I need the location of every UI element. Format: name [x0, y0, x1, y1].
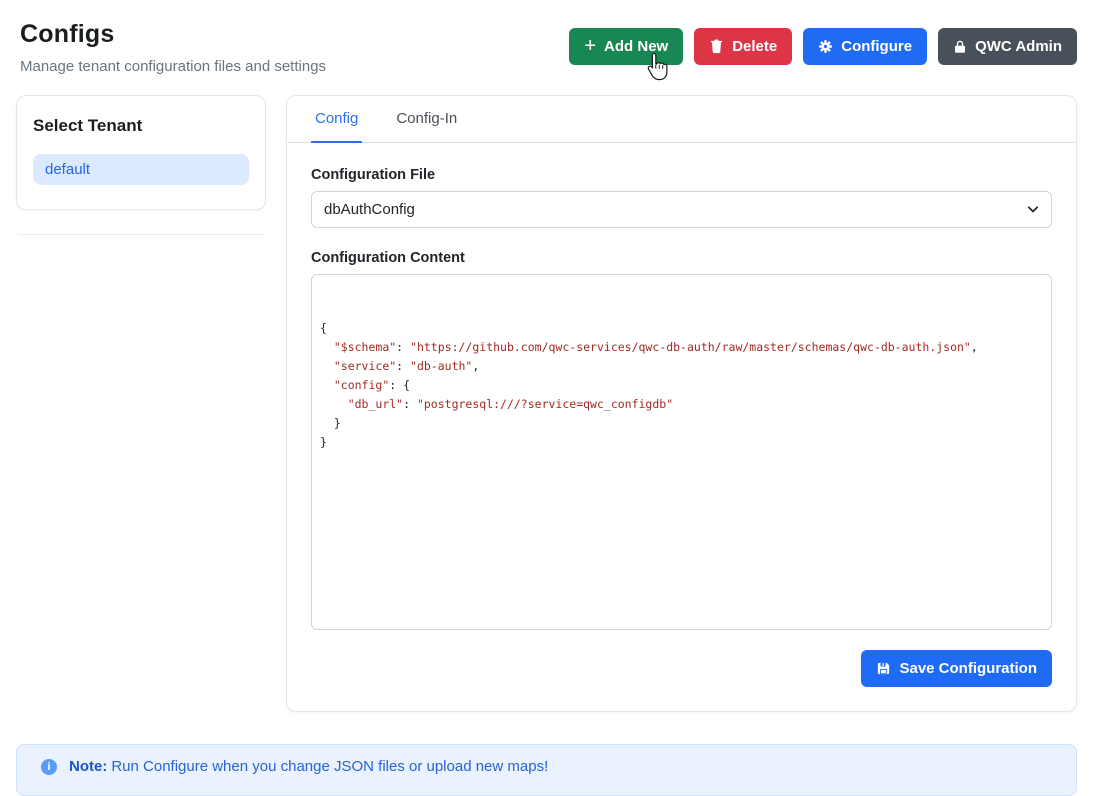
gear-icon [818, 39, 833, 54]
page-subtitle: Manage tenant configuration files and se… [20, 58, 326, 75]
tenant-card-title: Select Tenant [33, 116, 249, 136]
config-content-code: { "$schema": "https://github.com/qwc-ser… [320, 319, 1043, 452]
delete-label: Delete [732, 38, 777, 55]
delete-button[interactable]: Delete [694, 28, 792, 65]
config-card: Config Config-In Configuration File dbAu… [286, 95, 1077, 712]
info-icon: i [41, 759, 57, 775]
sidebar: Select Tenant default [16, 95, 266, 712]
config-file-select-wrap: dbAuthConfig [311, 191, 1052, 228]
note-message: Run Configure when you change JSON files… [111, 758, 548, 775]
save-configuration-label: Save Configuration [899, 660, 1037, 677]
lock-icon [953, 39, 967, 54]
add-new-button[interactable]: + Add New [569, 28, 683, 65]
toolbar: + Add New Delete [569, 28, 1077, 65]
qwc-admin-label: QWC Admin [975, 38, 1062, 55]
config-file-select[interactable]: dbAuthConfig [311, 191, 1052, 228]
qwc-admin-button[interactable]: QWC Admin [938, 28, 1077, 65]
tab-bar: Config Config-In [287, 96, 1076, 143]
page-header: Configs Manage tenant configuration file… [0, 0, 1093, 75]
config-content-editor[interactable]: { "$schema": "https://github.com/qwc-ser… [311, 274, 1052, 630]
save-row: Save Configuration [311, 650, 1052, 687]
save-configuration-button[interactable]: Save Configuration [861, 650, 1052, 687]
page-title: Configs [20, 20, 326, 49]
trash-icon [709, 39, 724, 54]
configure-label: Configure [841, 38, 912, 55]
content: Select Tenant default Config Config-In C… [0, 95, 1093, 712]
tenant-item-default[interactable]: default [33, 154, 249, 185]
note-alert: i Note:Run Configure when you change JSO… [16, 744, 1077, 796]
page-title-block: Configs Manage tenant configuration file… [20, 20, 326, 75]
config-content-label: Configuration Content [311, 250, 1052, 266]
tab-config[interactable]: Config [311, 96, 362, 143]
add-new-label: Add New [604, 38, 668, 55]
tenant-card: Select Tenant default [16, 95, 266, 210]
sidebar-divider [18, 234, 264, 235]
config-card-body: Configuration File dbAuthConfig Configur… [287, 143, 1076, 711]
note-prefix: Note: [69, 758, 107, 775]
tab-config-in[interactable]: Config-In [392, 96, 461, 143]
config-file-label: Configuration File [311, 167, 1052, 183]
plus-icon: + [584, 36, 596, 56]
configure-button[interactable]: Configure [803, 28, 927, 65]
note-text: Note:Run Configure when you change JSON … [69, 758, 548, 775]
save-icon [876, 661, 891, 676]
